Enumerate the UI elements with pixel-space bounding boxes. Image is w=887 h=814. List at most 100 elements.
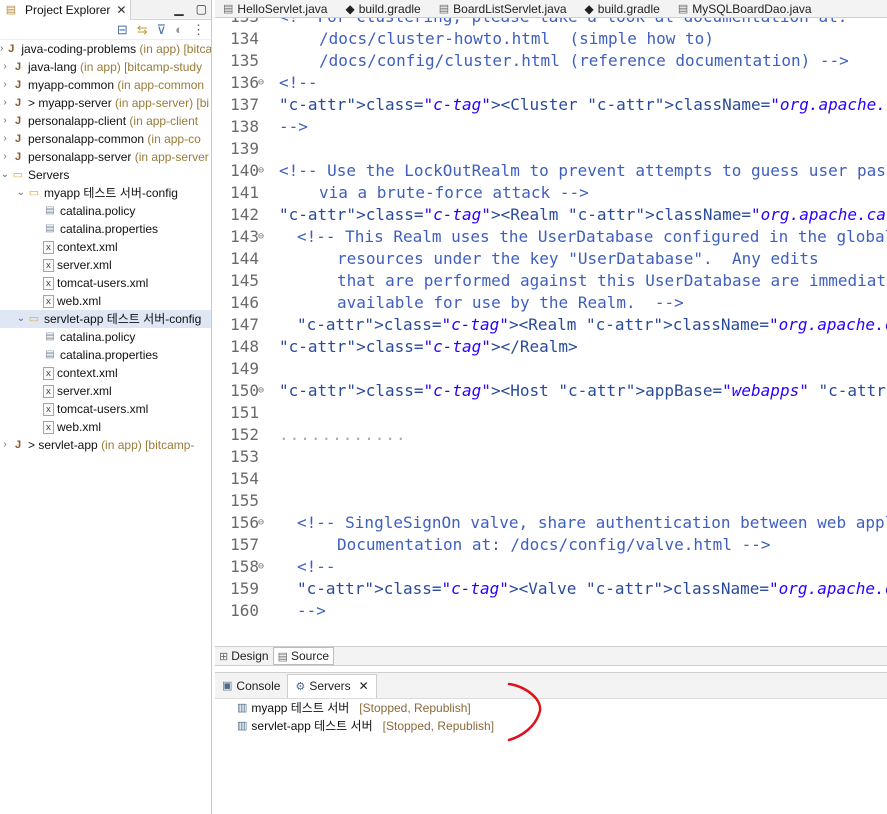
code-text: "c-attr">class="c-tag"><Valve "c-attr">c… bbox=[297, 579, 887, 598]
chevron-right-icon[interactable]: › bbox=[0, 40, 3, 58]
tree-item-file[interactable]: x web.xml bbox=[0, 418, 211, 436]
tree-item-personalapp-common[interactable]: › J personalapp-common (in app-co bbox=[0, 130, 211, 148]
tree-item-label: catalina.policy bbox=[60, 330, 136, 344]
maximize-icon[interactable]: ▢ bbox=[196, 2, 207, 16]
design-source-bar: ⊞ Design ▤ Source bbox=[215, 646, 887, 666]
chevron-right-icon[interactable]: › bbox=[0, 130, 10, 148]
filter-icon[interactable]: ⊽ bbox=[157, 23, 167, 36]
tree-item-file[interactable]: x context.xml bbox=[0, 364, 211, 382]
tree-item-file[interactable]: x server.xml bbox=[0, 256, 211, 274]
tree-item-label: personalapp-client bbox=[28, 114, 127, 128]
xml-file-icon: x bbox=[43, 294, 54, 308]
tab-label: MySQLBoardDao.java bbox=[692, 1, 812, 16]
chevron-right-icon[interactable]: › bbox=[0, 148, 10, 166]
focus-icon[interactable]: ◐ bbox=[175, 23, 183, 36]
code-text: ............ bbox=[279, 425, 407, 444]
code-text: Documentation at: /docs/config/valve.htm… bbox=[337, 535, 771, 554]
tree-item-label: > myapp-server bbox=[28, 96, 112, 110]
tab-servers[interactable]: ⚙ Servers ✕ bbox=[287, 673, 377, 698]
tab-design[interactable]: ⊞ Design bbox=[215, 647, 273, 665]
close-icon[interactable]: ✕ bbox=[116, 3, 126, 17]
tab-board-list-servlet[interactable]: ▤ BoardListServlet.java bbox=[431, 0, 577, 17]
view-menu-icon[interactable]: ⋮ bbox=[192, 23, 205, 36]
servers-icon: ⚙ bbox=[295, 680, 306, 693]
tree-item-myapp-config[interactable]: ⌄ ▭ myapp 테스트 서버-config bbox=[0, 184, 211, 202]
tree-item-file[interactable]: x tomcat-users.xml bbox=[0, 400, 211, 418]
tab-build-gradle-2[interactable]: ◆ build.gradle bbox=[577, 0, 670, 17]
minimize-icon[interactable]: ▁ bbox=[174, 2, 183, 16]
fold-icon[interactable]: ⊖ bbox=[258, 512, 264, 534]
tree-item-personalapp-client[interactable]: › J personalapp-client (in app-client bbox=[0, 112, 211, 130]
line-number: 135 bbox=[230, 51, 259, 70]
code-line: 134/docs/cluster-howto.html (simple how … bbox=[215, 28, 887, 50]
fold-icon[interactable]: ⊖ bbox=[258, 72, 264, 94]
project-icon: J bbox=[14, 79, 22, 91]
design-icon: ⊞ bbox=[219, 650, 229, 663]
tree-item-file[interactable]: x server.xml bbox=[0, 382, 211, 400]
tab-mysql-board-dao[interactable]: ▤ MySQLBoardDao.java bbox=[670, 0, 822, 17]
tab-source[interactable]: ▤ Source bbox=[272, 647, 335, 665]
server-name: servlet-app 테스트 서버 bbox=[251, 719, 373, 733]
tree-item-file[interactable]: x web.xml bbox=[0, 292, 211, 310]
line-number: 141 bbox=[230, 183, 259, 202]
code-text: "c-attr">class="c-tag"><Host "c-attr">ap… bbox=[279, 381, 887, 400]
fold-icon[interactable]: ⊖ bbox=[258, 226, 264, 248]
source-icon: ▤ bbox=[277, 650, 288, 663]
tree-item-decoration: (in app-client bbox=[129, 114, 199, 128]
tree-item-file[interactable]: x tomcat-users.xml bbox=[0, 274, 211, 292]
tab-project-explorer[interactable]: ▤ Project Explorer ✕ bbox=[0, 0, 132, 20]
link-with-editor-icon[interactable]: ⇆ bbox=[137, 23, 148, 36]
tab-hello-servlet[interactable]: ▤ HelloServlet.java bbox=[215, 0, 337, 17]
tree-item-servlet-app[interactable]: › J > servlet-app (in app) [bitcamp- bbox=[0, 436, 211, 454]
tree-item-file[interactable]: x context.xml bbox=[0, 238, 211, 256]
chevron-right-icon[interactable]: › bbox=[0, 94, 10, 112]
chevron-right-icon[interactable]: › bbox=[0, 112, 10, 130]
tree-item-servlet-app-config[interactable]: ⌄ ▭ servlet-app 테스트 서버-config bbox=[0, 310, 211, 328]
tree-item-file[interactable]: ▤ catalina.properties bbox=[0, 346, 211, 364]
code-area[interactable]: 133 <!--For clustering, please take a loo… bbox=[215, 18, 887, 640]
tab-console[interactable]: ▣ Console bbox=[215, 674, 287, 698]
tree-item-file[interactable]: ▤ catalina.policy bbox=[0, 328, 211, 346]
tree-item-myapp-common[interactable]: › J myapp-common (in app-common bbox=[0, 76, 211, 94]
tab-label: HelloServlet.java bbox=[237, 1, 328, 16]
chevron-down-icon[interactable]: ⌄ bbox=[16, 184, 26, 202]
code-text: available for use by the Realm. --> bbox=[337, 293, 684, 312]
fold-icon[interactable]: ⊖ bbox=[258, 380, 264, 402]
project-explorer-title: Project Explorer bbox=[25, 2, 111, 17]
tree-item-decoration: (in app) [bitcamp-study bbox=[80, 60, 203, 74]
server-row[interactable]: ▥ servlet-app 테스트 서버 [Stopped, Republish… bbox=[237, 717, 494, 735]
tab-label: Source bbox=[290, 649, 330, 663]
close-icon[interactable]: ✕ bbox=[359, 679, 369, 693]
tab-build-gradle[interactable]: ◆ build.gradle bbox=[337, 0, 430, 17]
chevron-right-icon[interactable]: › bbox=[0, 58, 10, 76]
code-line: 133 <!--For clustering, please take a loo… bbox=[215, 18, 887, 28]
line-number: 150 bbox=[230, 381, 259, 400]
tree-item-java-lang[interactable]: › J java-lang (in app) [bitcamp-study bbox=[0, 58, 211, 76]
tree-item-file[interactable]: ▤ catalina.policy bbox=[0, 202, 211, 220]
line-number: 160 bbox=[230, 601, 259, 620]
tree-item-label: web.xml bbox=[57, 294, 102, 308]
xml-file-icon: x bbox=[43, 366, 54, 380]
tree-item-personalapp-server[interactable]: › J personalapp-server (in app-server bbox=[0, 148, 211, 166]
editor-tabs: ▤ HelloServlet.java ◆ build.gradle ▤ Boa… bbox=[215, 0, 887, 18]
fold-icon[interactable]: ⊖ bbox=[258, 556, 264, 578]
chevron-down-icon[interactable]: ⌄ bbox=[16, 310, 26, 328]
code-line: 159 "c-attr">class="c-tag"><Valve "c-attr… bbox=[215, 578, 887, 600]
tree-item-java-coding-problems[interactable]: › J java-coding-problems (in app) [bitca… bbox=[0, 40, 211, 58]
server-row[interactable]: ▥ myapp 테스트 서버 [Stopped, Republish] bbox=[237, 699, 471, 717]
tree-item-servers[interactable]: ⌄ ▭ Servers bbox=[0, 166, 211, 184]
tree-item-file[interactable]: ▤ catalina.properties bbox=[0, 220, 211, 238]
collapse-all-icon[interactable]: ⊟ bbox=[117, 23, 128, 36]
chevron-right-icon[interactable]: › bbox=[0, 436, 10, 454]
line-number: 143 bbox=[230, 227, 259, 246]
project-explorer-header: ▤ Project Explorer ✕ ▁ ▢ bbox=[0, 0, 211, 20]
chevron-down-icon[interactable]: ⌄ bbox=[0, 166, 10, 184]
tree-item-myapp-server[interactable]: › J > myapp-server (in app-server) [bi bbox=[0, 94, 211, 112]
server-status: [Stopped, Republish] bbox=[382, 719, 495, 733]
code-line: 144 resources under the key "UserDatabase… bbox=[215, 248, 887, 270]
fold-icon[interactable]: ⊖ bbox=[258, 160, 264, 182]
code-text: <!-- bbox=[297, 557, 336, 576]
code-text: <!--For clustering, please take a look a… bbox=[279, 18, 847, 28]
chevron-right-icon[interactable]: › bbox=[0, 76, 10, 94]
code-text: --> bbox=[279, 117, 308, 136]
